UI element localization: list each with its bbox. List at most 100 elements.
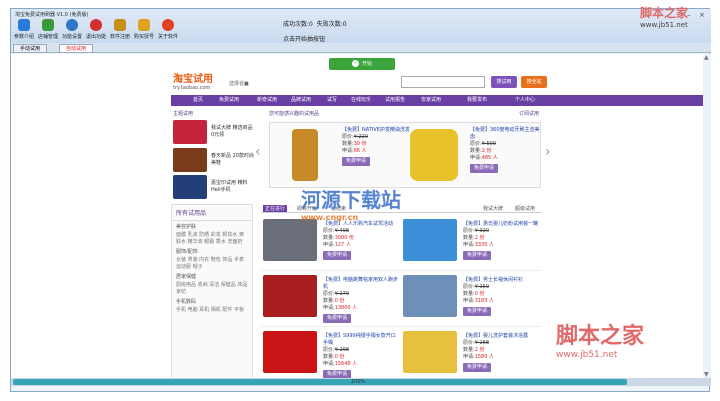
- start-button[interactable]: ✓ 开始: [329, 58, 395, 70]
- product-price: ¥ 500: [481, 141, 497, 147]
- apply-button[interactable]: 免费申请: [342, 157, 371, 166]
- toolbar-info-button[interactable]: 参数介绍: [13, 19, 35, 45]
- nav-item[interactable]: 在线玩乐: [351, 95, 371, 106]
- nav-item[interactable]: 我要发布: [467, 95, 487, 106]
- apply-label: 申请:: [323, 242, 335, 248]
- product-qty: 2 份: [474, 235, 485, 241]
- product-image[interactable]: [410, 129, 458, 181]
- product-image[interactable]: [403, 331, 457, 373]
- catalog-items[interactable]: 面膜 乳液 防晒 彩妆 卸妆水 爽肤水 精华液 眼霜 香水 洗面奶: [172, 232, 252, 246]
- prev-arrow-icon[interactable]: ‹: [255, 144, 261, 160]
- watermark-text: 脚本之家: [640, 6, 689, 20]
- fail-label: 失败次数:: [316, 21, 343, 28]
- product-price: ¥ 320: [474, 228, 490, 234]
- grid-tab[interactable]: 超级试用: [515, 205, 535, 212]
- apply-count: 485 人: [481, 155, 498, 161]
- toolbar-about-button[interactable]: 关于软件: [157, 19, 179, 45]
- product-image[interactable]: [263, 219, 317, 261]
- vertical-scrollbar[interactable]: ▲ ▼: [703, 54, 711, 378]
- apply-button[interactable]: 免费申请: [323, 314, 352, 323]
- catalog-items[interactable]: 厨房用品 收纳 清洁 保健品 床品 家纺: [172, 282, 252, 296]
- product-image[interactable]: [403, 275, 457, 317]
- product-title[interactable]: 【免费】360度电动牙刷主洁美齿: [470, 127, 540, 141]
- product-price: ¥ 268: [474, 340, 490, 346]
- apply-button[interactable]: 免费申请: [470, 164, 499, 173]
- apply-button[interactable]: 免费申请: [323, 251, 352, 260]
- toolbar-settings-button[interactable]: 功能设置: [61, 19, 83, 45]
- top-right-watermark: 脚本之家 www.jb51.net: [640, 4, 688, 29]
- price-label: 原价:: [323, 228, 335, 234]
- product-title[interactable]: 【免费】惠氏婴儿奶粉试用装一罐: [463, 221, 539, 228]
- scroll-down-icon[interactable]: ▼: [704, 371, 709, 378]
- nav-item[interactable]: 试写: [327, 95, 337, 106]
- location-selector[interactable]: 选择省■: [229, 80, 249, 87]
- apply-button[interactable]: 免费申请: [323, 370, 352, 378]
- nav-item[interactable]: 试用报告: [385, 95, 405, 106]
- theme-item[interactable]: 春天新品 20款时尚美鞋: [173, 148, 254, 172]
- search-input[interactable]: [401, 76, 485, 88]
- window-title: 淘宝免费试用刷器 V1.0 (免费版): [15, 12, 89, 18]
- product-title[interactable]: 【免费】男士长袖休闲衬衫: [463, 277, 539, 284]
- price-label: 原价:: [323, 347, 335, 353]
- product-qty: 2 份: [474, 347, 485, 353]
- apply-button[interactable]: 免费申请: [463, 251, 492, 260]
- tab-manual[interactable]: 手动试用: [13, 44, 48, 53]
- theme-item[interactable]: 我试大牌 精选商品0元领: [173, 120, 253, 144]
- catalog-group[interactable]: 服饰/配饰: [172, 246, 252, 257]
- product-image[interactable]: [263, 275, 317, 317]
- nav-item[interactable]: 安家试用: [421, 95, 441, 106]
- theme-image: [173, 148, 207, 172]
- theme-image: [173, 120, 207, 144]
- product-title[interactable]: 【免费】电脑跳舞毯家用双人跑步机: [323, 277, 399, 291]
- catalog-group[interactable]: 美容护肤: [172, 221, 252, 232]
- logo-subtext: try.taobao.com: [173, 85, 211, 91]
- apply-button[interactable]: 免费申请: [463, 307, 492, 316]
- site-logo[interactable]: 淘宝试用 try.taobao.com: [173, 70, 213, 91]
- toolbar-label: 参数介绍: [13, 34, 34, 40]
- product-image[interactable]: [263, 331, 317, 373]
- product-card: 【免费】S999纯银手镯女款开口手镯 原价:¥ 298 数量:0 份 申请:15…: [261, 327, 401, 378]
- toolbar-store-button[interactable]: 店铺管理: [37, 19, 59, 45]
- nav-item[interactable]: 品牌试用: [291, 95, 311, 106]
- product-title[interactable]: 【免费】S999纯银手镯女款开口手镯: [323, 333, 399, 347]
- product-image[interactable]: [292, 129, 318, 181]
- grid-tab[interactable]: 正在进行: [263, 205, 288, 212]
- theme-item[interactable]: 嘉宝印试用 精料Heli手机: [173, 175, 253, 199]
- product-price: ¥ 159: [474, 284, 490, 290]
- scroll-up-icon[interactable]: ▲: [704, 54, 709, 61]
- toolbar-exit-button[interactable]: 退出功能: [85, 19, 107, 45]
- qty-label: 数量:: [470, 148, 482, 154]
- product-image[interactable]: [403, 219, 457, 261]
- search-trial-button[interactable]: 搜试用: [491, 76, 517, 88]
- search-site-button[interactable]: 搜全站: [521, 76, 547, 88]
- nav-item[interactable]: 首页: [193, 95, 203, 106]
- close-icon[interactable]: ×: [699, 11, 705, 19]
- catalog-items[interactable]: 手机 电脑 耳机 相机 配件 平板: [172, 307, 252, 314]
- success-count: 0: [309, 21, 313, 28]
- category-list: 所有试用品 美容护肤 面膜 乳液 防晒 彩妆 卸妆水 爽肤水 精华液 眼霜 香水…: [171, 204, 253, 378]
- subscribe-link[interactable]: 订阅试用: [519, 110, 539, 117]
- catalog-items[interactable]: 女装 男装 内衣 鞋包 饰品 手表 运动服 帽子: [172, 257, 252, 271]
- nav-item[interactable]: 个人中心: [515, 95, 535, 106]
- price-label: 原价:: [470, 141, 482, 147]
- product-qty: 0 份: [474, 291, 485, 297]
- product-title[interactable]: 【免费】婴儿洗护套装沐浴露: [463, 333, 539, 340]
- tab-auto[interactable]: 自动试用: [59, 44, 94, 53]
- catalog-group[interactable]: 手机数码: [172, 296, 252, 307]
- product-title[interactable]: 【免费】NATIVE护发精油洗发: [342, 127, 410, 134]
- progress-label: 100%: [351, 379, 366, 385]
- apply-button[interactable]: 免费申请: [463, 363, 492, 372]
- toolbar-register-button[interactable]: 软件注册: [109, 19, 131, 45]
- title-bar: 淘宝免费试用刷器 V1.0 (免费版) – × 参数介绍 店铺管理 功能设置 退…: [11, 9, 711, 43]
- nav-item[interactable]: 新奇试用: [257, 95, 277, 106]
- next-arrow-icon[interactable]: ›: [545, 144, 551, 160]
- nav-item[interactable]: 免费试用: [219, 95, 239, 106]
- toolbar-buy-button[interactable]: 购买授号: [133, 19, 155, 45]
- catalog-group[interactable]: 居家保健: [172, 271, 252, 282]
- product-title[interactable]: 【免费】人人乐购汽车试驾活动: [323, 221, 399, 228]
- section-title-featured: 您可能感兴趣的试用品: [269, 111, 320, 117]
- product-qty: 0 份: [334, 354, 345, 360]
- grid-tab[interactable]: 我试大牌: [483, 205, 503, 212]
- price-label: 原价:: [463, 228, 475, 234]
- bottom-right-watermark: 脚本之家 www.jb51.net: [556, 318, 644, 360]
